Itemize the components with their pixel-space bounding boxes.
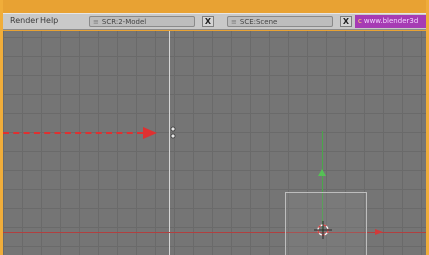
menu-help[interactable]: Help [40,16,58,25]
annotation-arrow-icon [143,127,157,139]
url-text: www.blender3d [363,17,419,25]
delete-screen-button[interactable]: X [202,16,214,27]
3d-viewport[interactable] [3,31,426,255]
screen-name[interactable]: SCR:2-Model [102,18,146,26]
y-axis-arrow-icon[interactable] [318,169,326,176]
object-center-icon[interactable] [170,126,178,140]
vertical-grid-axis [169,31,170,255]
delete-scene-button[interactable]: X [340,16,352,27]
x-axis-arrow-icon[interactable] [375,229,383,235]
scene-selector[interactable]: ≡ SCE:Scene [227,16,333,27]
site-icon: c [358,17,362,25]
menu-render[interactable]: Render [10,16,38,25]
scene-name[interactable]: SCE:Scene [240,18,277,26]
3d-cursor-icon[interactable] [314,221,332,239]
annotation-dashed-line [3,132,143,134]
url-banner: c www.blender3d [355,15,426,28]
screen-selector[interactable]: ≡ SCR:2-Model [89,16,195,27]
screen-menu-icon[interactable]: ≡ [90,18,102,26]
scene-menu-icon[interactable]: ≡ [228,18,240,26]
header-bar: Render Help ≡ SCR:2-Model X ≡ SCE:Scene X … [3,13,426,30]
